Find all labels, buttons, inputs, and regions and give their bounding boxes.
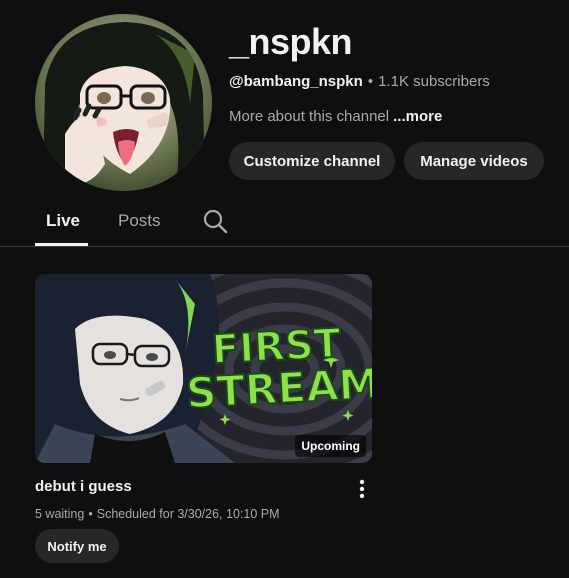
scheduled-time: Scheduled for 3/30/26, 10:10 PM [96, 507, 280, 521]
tab-live[interactable]: Live [46, 207, 80, 235]
video-meta: 5 waiting • Scheduled for 3/30/26, 10:10 P… [35, 505, 280, 523]
thumbnail-text-line2: STREAM [184, 358, 372, 419]
video-thumbnail[interactable]: FIRST STREAM Upcoming [35, 274, 372, 463]
channel-name: _nspkn [229, 21, 353, 62]
more-link[interactable]: ...more [393, 108, 442, 125]
subscriber-count: 1.1K subscribers [378, 73, 490, 90]
channel-meta: @bambang_nspkn • 1.1K subscribers [229, 72, 490, 92]
meta-separator: • [367, 73, 374, 90]
video-title[interactable]: debut i guess [35, 477, 132, 497]
avatar-portrait-icon [35, 14, 212, 191]
channel-handle: @bambang_nspkn [229, 73, 363, 90]
tabs-divider [0, 246, 569, 247]
channel-about[interactable]: More about this channel ...more [229, 107, 442, 127]
waiting-count: 5 waiting [35, 507, 85, 521]
manage-videos-button[interactable]: Manage videos [404, 142, 544, 180]
channel-avatar[interactable] [35, 14, 212, 191]
search-icon[interactable] [202, 208, 228, 234]
about-text: More about this channel [229, 108, 390, 125]
notify-me-button[interactable]: Notify me [35, 529, 119, 563]
more-vert-icon[interactable] [352, 478, 372, 500]
tab-posts[interactable]: Posts [118, 207, 161, 235]
customize-channel-button[interactable]: Customize channel [229, 142, 395, 180]
upcoming-badge: Upcoming [295, 435, 366, 457]
thumbnail-title-text: FIRST STREAM [183, 320, 372, 419]
video-meta-separator: • [88, 507, 93, 521]
